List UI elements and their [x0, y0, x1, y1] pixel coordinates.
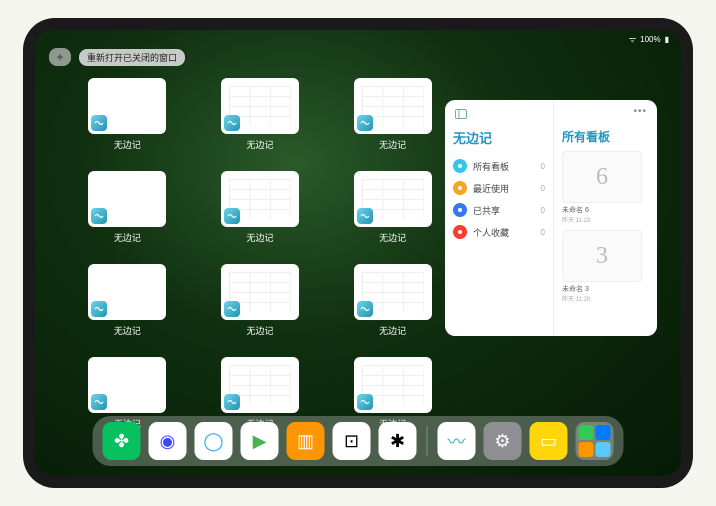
reopen-label: 重新打开已关闭的窗口: [87, 53, 177, 63]
nav-item-count: 0: [541, 228, 545, 237]
battery-label: 100%: [640, 35, 660, 44]
panel-nav-item[interactable]: 所有看板 0: [453, 155, 545, 177]
panel-right-title: 所有看板: [562, 128, 649, 145]
freeform-app-icon: [91, 115, 107, 131]
app-switcher-grid: 无边记 无边记 无边记 无边记 无边记 无边记 无边记 无边记: [75, 78, 445, 430]
switcher-item[interactable]: 无边记: [340, 264, 445, 337]
dock-dice-icon[interactable]: ⊡: [333, 422, 371, 460]
window-label: 无边记: [114, 231, 141, 244]
window-thumbnail: [354, 264, 432, 320]
screen: ᯤ 100% ▮ + 重新打开已关闭的窗口 无边记 无边记 无边记: [35, 30, 681, 476]
window-thumbnail: [354, 357, 432, 413]
switcher-item[interactable]: 无边记: [75, 78, 180, 151]
dock-quark-icon[interactable]: ◉: [149, 422, 187, 460]
battery-icon: ▮: [665, 35, 669, 44]
panel-nav-item[interactable]: 个人收藏 0: [453, 221, 545, 243]
ipad-frame: ᯤ 100% ▮ + 重新打开已关闭的窗口 无边记 无边记 无边记: [23, 18, 693, 488]
window-label: 无边记: [379, 231, 406, 244]
dock-app-library[interactable]: [576, 422, 614, 460]
board-timestamp: 昨天 11:23: [562, 215, 649, 224]
nav-item-label: 最近使用: [473, 182, 509, 195]
window-thumbnail: [88, 357, 166, 413]
panel-sidebar: 无边记 所有看板 0 最近使用 0 已共享 0 个人收藏 0: [445, 100, 553, 336]
wifi-icon: ᯤ: [629, 34, 636, 45]
nav-item-icon: [453, 159, 467, 173]
nav-item-label: 已共享: [473, 204, 500, 217]
switcher-item[interactable]: 无边记: [208, 78, 313, 151]
nav-item-label: 个人收藏: [473, 226, 509, 239]
window-label: 无边记: [379, 138, 406, 151]
window-thumbnail: [88, 264, 166, 320]
board-thumbnail: 3: [562, 230, 642, 282]
dock: ✤◉◯▶▥⊡✱ 〰⚙▭: [93, 416, 624, 466]
nav-item-count: 0: [541, 162, 545, 171]
dock-wechat-icon[interactable]: ✤: [103, 422, 141, 460]
nav-item-count: 0: [541, 206, 545, 215]
status-bar: ᯤ 100% ▮: [629, 34, 669, 45]
dock-connect-icon[interactable]: ✱: [379, 422, 417, 460]
window-label: 无边记: [114, 324, 141, 337]
freeform-app-icon: [91, 394, 107, 410]
dock-books-icon[interactable]: ▥: [287, 422, 325, 460]
freeform-app-icon: [224, 301, 240, 317]
freeform-app-icon: [91, 208, 107, 224]
switcher-item[interactable]: 无边记: [208, 171, 313, 244]
switcher-item[interactable]: 无边记: [340, 78, 445, 151]
board-label: 未命名 3: [562, 284, 649, 294]
window-thumbnail: [88, 78, 166, 134]
switcher-item[interactable]: 无边记: [208, 264, 313, 337]
board-item[interactable]: 6 未命名 6 昨天 11:23: [562, 151, 649, 224]
board-item[interactable]: 3 未命名 3 昨天 11:20: [562, 230, 649, 303]
new-window-button[interactable]: +: [49, 48, 71, 66]
reopen-closed-button[interactable]: 重新打开已关闭的窗口: [79, 49, 185, 66]
freeform-app-icon: [224, 208, 240, 224]
window-thumbnail: [221, 78, 299, 134]
freeform-app-icon: [357, 394, 373, 410]
window-label: 无边记: [246, 324, 273, 337]
panel-nav-item[interactable]: 最近使用 0: [453, 177, 545, 199]
nav-item-count: 0: [541, 184, 545, 193]
dock-separator: [427, 426, 428, 456]
window-thumbnail: [354, 78, 432, 134]
plus-icon: +: [56, 50, 63, 64]
switcher-item[interactable]: 无边记: [75, 171, 180, 244]
freeform-app-icon: [91, 301, 107, 317]
switcher-item[interactable]: 无边记: [340, 171, 445, 244]
window-thumbnail: [221, 264, 299, 320]
window-label: 无边记: [246, 138, 273, 151]
dock-qqbrowser-icon[interactable]: ◯: [195, 422, 233, 460]
board-timestamp: 昨天 11:20: [562, 294, 649, 303]
window-label: 无边记: [379, 324, 406, 337]
dock-settings-icon[interactable]: ⚙: [484, 422, 522, 460]
sidebar-icon[interactable]: [455, 106, 467, 124]
freeform-panel[interactable]: ••• 无边记 所有看板 0 最近使用 0 已共享 0 个人收藏 0 所有看板 …: [445, 100, 657, 336]
top-bar: + 重新打开已关闭的窗口: [49, 48, 185, 66]
freeform-app-icon: [224, 394, 240, 410]
board-label: 未命名 6: [562, 205, 649, 215]
window-thumbnail: [88, 171, 166, 227]
window-label: 无边记: [246, 231, 273, 244]
freeform-app-icon: [357, 115, 373, 131]
window-label: 无边记: [114, 138, 141, 151]
freeform-app-icon: [224, 115, 240, 131]
panel-nav-item[interactable]: 已共享 0: [453, 199, 545, 221]
freeform-app-icon: [357, 301, 373, 317]
freeform-app-icon: [357, 208, 373, 224]
window-thumbnail: [354, 171, 432, 227]
dock-play-icon[interactable]: ▶: [241, 422, 279, 460]
switcher-item[interactable]: 无边记: [75, 264, 180, 337]
board-thumbnail: 6: [562, 151, 642, 203]
nav-item-icon: [453, 181, 467, 195]
nav-item-icon: [453, 225, 467, 239]
more-button[interactable]: •••: [633, 106, 647, 117]
panel-title: 无边记: [453, 128, 545, 147]
nav-item-icon: [453, 203, 467, 217]
dock-notes-icon[interactable]: ▭: [530, 422, 568, 460]
nav-item-label: 所有看板: [473, 160, 509, 173]
window-thumbnail: [221, 171, 299, 227]
dock-freeform-icon[interactable]: 〰: [438, 422, 476, 460]
window-thumbnail: [221, 357, 299, 413]
panel-content: 所有看板 6 未命名 6 昨天 11:233 未命名 3 昨天 11:20: [553, 100, 657, 336]
